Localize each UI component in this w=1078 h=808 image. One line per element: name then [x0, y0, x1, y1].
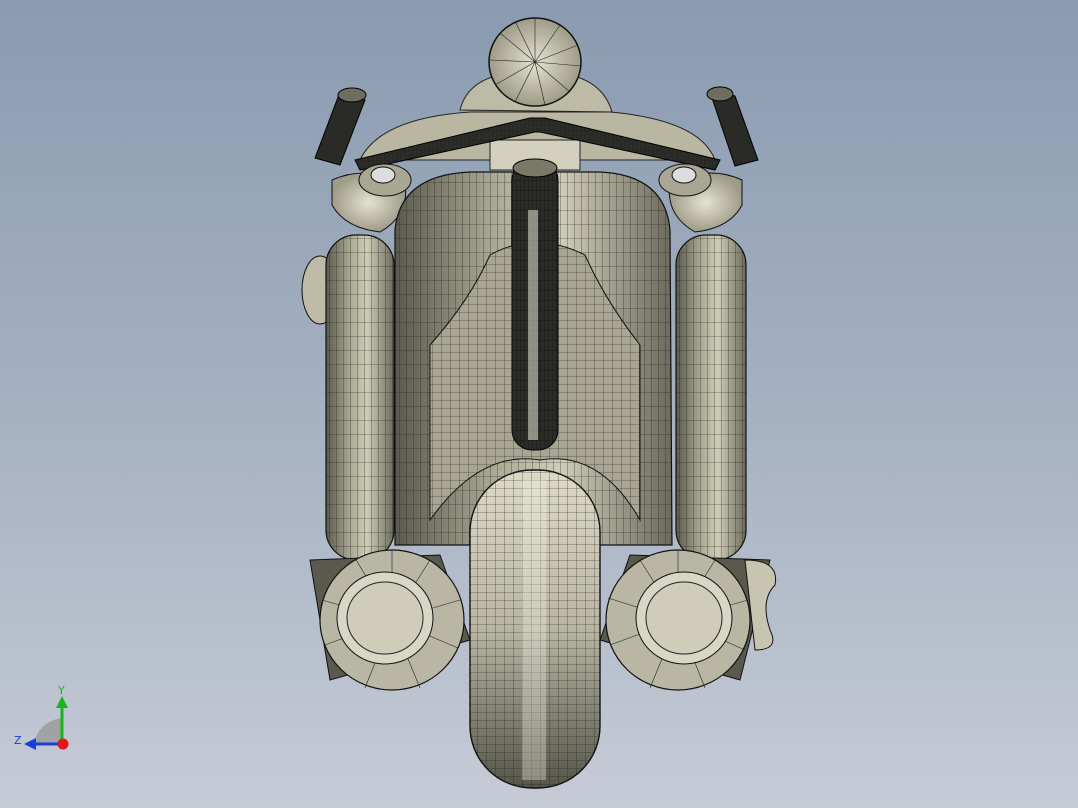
right-rear-wheel[interactable] [599, 549, 777, 691]
right-mirror-cone[interactable] [658, 163, 743, 233]
y-axis-label: Y [57, 684, 65, 697]
z-axis-arrowhead [24, 738, 36, 750]
triad-plane-shade [34, 718, 62, 744]
right-side-pod[interactable] [675, 234, 747, 561]
steering-column[interactable] [511, 158, 559, 451]
orientation-triad: Y Z [14, 684, 69, 750]
headlight-disk[interactable] [459, 17, 613, 113]
y-axis-arrowhead [56, 696, 68, 708]
z-axis-label: Z [14, 734, 22, 747]
x-axis-point [57, 738, 69, 750]
front-wheel-tire[interactable] [469, 469, 601, 789]
graphics-viewport[interactable] [0, 0, 1078, 808]
left-side-pod[interactable] [301, 234, 395, 561]
left-rear-wheel[interactable] [309, 549, 471, 691]
